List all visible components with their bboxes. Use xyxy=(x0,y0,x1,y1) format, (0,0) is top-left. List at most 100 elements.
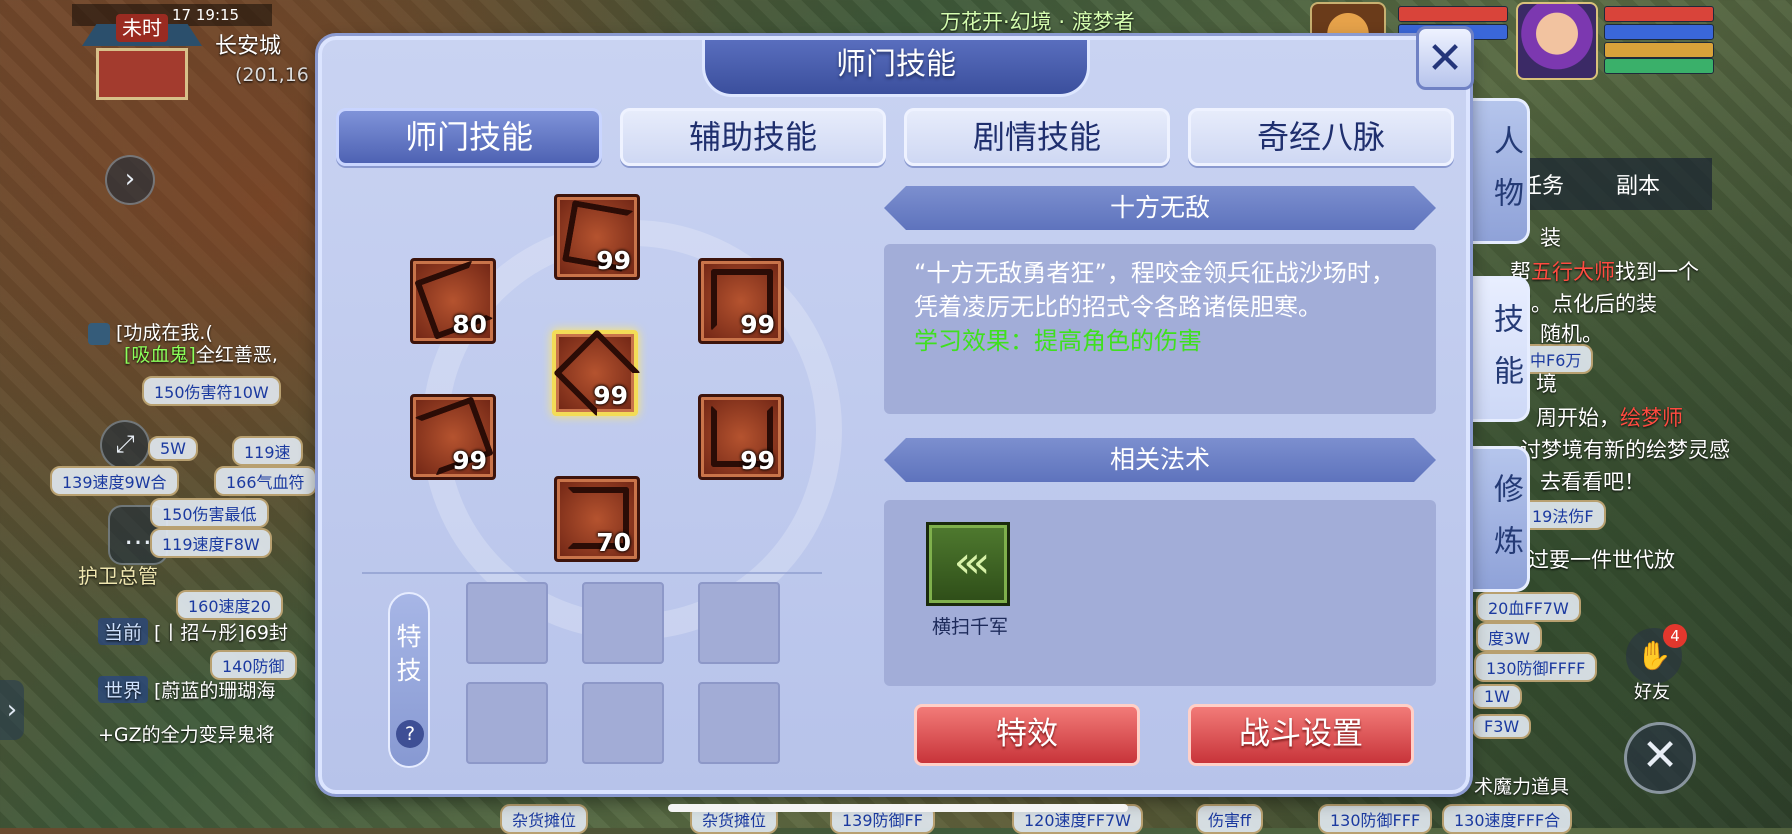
coordinates: (201,16 xyxy=(235,64,309,86)
stunt-slot[interactable] xyxy=(466,582,548,664)
quest-text-line: 境 xyxy=(1536,372,1557,396)
stunt-slot[interactable] xyxy=(582,582,664,664)
quest-text-line: 去看看吧！ xyxy=(1540,470,1645,494)
stunt-slot[interactable] xyxy=(582,682,664,764)
close-dialog-icon[interactable]: ✕ xyxy=(1416,26,1474,90)
skill-level: 99 xyxy=(740,310,775,339)
help-icon[interactable]: ? xyxy=(396,720,424,748)
stunt-slot[interactable] xyxy=(698,582,780,664)
quest-text-line: 帮五行大师找到一个 xyxy=(1510,260,1699,284)
skill-dialog: 师门技能 师门技能 辅助技能 剧情技能 奇经八脉 99 80 99 99 99 … xyxy=(318,36,1470,794)
stall-label[interactable]: 140防御 xyxy=(210,650,297,680)
skill-level: 99 xyxy=(596,246,631,275)
time-of-day-pavilion: 未时 xyxy=(82,8,202,106)
shichen-label: 未时 xyxy=(116,14,168,42)
skill-level: 99 xyxy=(593,381,628,410)
side-tab-skills[interactable]: 技能 xyxy=(1468,276,1530,422)
quest-text-line: 环。点化后的装 xyxy=(1510,292,1657,316)
side-tab-character[interactable]: 人物 xyxy=(1468,98,1530,244)
effects-button[interactable]: 特效 xyxy=(914,704,1140,766)
stall-label[interactable]: 150伤害符10W xyxy=(142,376,281,406)
dungeon-tab[interactable]: 副本 xyxy=(1616,168,1660,200)
city-name[interactable]: 长安城 xyxy=(215,28,281,60)
dialog-title-bar: 师门技能 xyxy=(702,40,1090,97)
quest-text-line: 装 xyxy=(1540,226,1561,250)
upper-left-skill-icon[interactable]: 80 xyxy=(410,258,496,344)
player-avatar[interactable] xyxy=(1516,2,1598,80)
close-hud-icon[interactable]: ✕ xyxy=(1624,722,1696,794)
top-banner: 万花开·幻境 · 渡梦者 xyxy=(940,10,1135,34)
sweep-spell-icon[interactable]: ‹‹‹ xyxy=(926,522,1010,606)
bottom-skill-icon[interactable]: 70 xyxy=(554,476,640,562)
skill-level: 99 xyxy=(452,446,487,475)
related-spells-box: ‹‹‹ 横扫千军 xyxy=(884,500,1436,686)
channel-tag-current[interactable]: 当前 xyxy=(98,618,149,645)
upper-right-skill-icon[interactable]: 99 xyxy=(698,258,784,344)
chat-line-4: 世界 [蔚蓝的珊瑚海 xyxy=(98,676,275,703)
skill-description: “十方无敌勇者狂”，程咬金领兵征战沙场时，凭着凌厉无比的招式令各路诸侯胆寒。 xyxy=(914,259,1395,321)
stall-label[interactable]: 139速度9W合 xyxy=(50,466,179,496)
channel-tag-world[interactable]: 世界 xyxy=(98,676,149,703)
dialog-title: 师门技能 xyxy=(836,47,956,82)
stall-label[interactable]: F3W xyxy=(1472,714,1532,739)
center-skill-icon[interactable]: 99 xyxy=(552,329,641,417)
left-arrow-icon[interactable]: › xyxy=(0,680,24,740)
pet-hp-bar xyxy=(1398,6,1508,22)
lower-left-skill-icon[interactable]: 99 xyxy=(410,394,496,480)
player-rage-bar xyxy=(1604,42,1714,58)
side-tab-cultivation[interactable]: 修炼 xyxy=(1468,446,1530,592)
skill-name-ribbon: 十方无敌 xyxy=(884,186,1436,230)
tab-meridians[interactable]: 奇经八脉 xyxy=(1188,108,1454,166)
bag-label[interactable]: 术魔力道具 xyxy=(1474,772,1569,799)
chat-line-3: 当前 [丨招ㄣ彤]69封 xyxy=(98,618,288,645)
pavilion-body xyxy=(96,48,188,100)
stall-label[interactable]: 20血FF7W xyxy=(1476,592,1581,622)
skill-level: 80 xyxy=(452,310,487,339)
stunt-slot[interactable] xyxy=(698,682,780,764)
player-hp-bar xyxy=(1604,6,1714,22)
chat-line-5: +GZ的全力变异鬼将 xyxy=(98,724,275,746)
quest-tab-strip: 任务 副本 xyxy=(1500,158,1712,210)
top-skill-icon[interactable]: 99 xyxy=(554,194,640,280)
friend-count-badge: 4 xyxy=(1663,624,1687,648)
battle-settings-button[interactable]: 战斗设置 xyxy=(1188,704,1414,766)
stall-label[interactable]: 5W xyxy=(148,436,198,461)
stall-label[interactable]: 130速度FFF合 xyxy=(1442,804,1573,834)
tab-school-skills[interactable]: 师门技能 xyxy=(336,108,602,166)
stall-label[interactable]: 119速度F8W xyxy=(150,528,272,558)
guard-npc-name[interactable]: 护卫总管 xyxy=(78,560,158,589)
stunt-slot[interactable] xyxy=(466,682,548,764)
lower-right-skill-icon[interactable]: 99 xyxy=(698,394,784,480)
expand-chevron-icon[interactable]: › xyxy=(105,155,155,205)
home-indicator[interactable] xyxy=(668,804,1128,812)
tab-story-skills[interactable]: 剧情技能 xyxy=(904,108,1170,166)
stall-label[interactable]: 19法伤F xyxy=(1520,500,1606,530)
skill-description-box: “十方无敌勇者狂”，程咬金领兵征战沙场时，凭着凌厉无比的招式令各路诸侯胆寒。 学… xyxy=(884,244,1436,414)
player-mp-bar xyxy=(1604,24,1714,40)
quest-text-line: 周开始，绘梦师 xyxy=(1536,406,1683,430)
stall-label[interactable]: 166气血符 xyxy=(214,466,317,496)
tab-support-skills[interactable]: 辅助技能 xyxy=(620,108,886,166)
fullscreen-icon[interactable]: ⤢ xyxy=(100,420,150,470)
stall-label[interactable]: 130防御FFF xyxy=(1318,804,1433,834)
stall-label[interactable]: 杂货摊位 xyxy=(500,804,589,834)
skill-level: 70 xyxy=(596,528,631,557)
friend-label[interactable]: 好友 xyxy=(1634,678,1670,704)
section-divider xyxy=(362,572,822,574)
speaker-icon xyxy=(88,322,110,345)
quest-text-line: 过要一件世代放 xyxy=(1528,548,1675,572)
stall-label[interactable]: 伤害ff xyxy=(1196,804,1264,834)
stall-label[interactable]: 130防御FFFF xyxy=(1474,652,1598,682)
stall-label[interactable]: 150伤害最低 xyxy=(150,498,269,528)
quest-text-line: 讨梦境有新的绘梦灵感 xyxy=(1520,438,1730,462)
spell-name: 横扫千军 xyxy=(931,616,1008,638)
chat-line-2: [吸血鬼]全红善恶, xyxy=(124,344,278,366)
stall-label[interactable]: 1W xyxy=(1472,684,1522,709)
stunt-section-label: 特技 ? xyxy=(388,592,430,768)
player-exp-bar xyxy=(1604,58,1714,74)
skill-level: 99 xyxy=(740,446,775,475)
stall-label[interactable]: 119速 xyxy=(232,436,303,466)
quest-text-line: 随机。 xyxy=(1540,322,1603,346)
stall-label[interactable]: 度3W xyxy=(1476,622,1543,652)
stall-label[interactable]: 160速度20 xyxy=(176,590,283,620)
